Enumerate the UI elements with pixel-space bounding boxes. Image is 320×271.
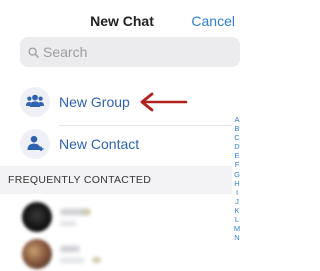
search-bar[interactable] [20, 37, 240, 67]
pointer-arrow-icon [140, 92, 188, 112]
new-group-button[interactable]: New Group [0, 84, 232, 122]
new-contact-button[interactable]: New Contact [0, 126, 232, 164]
cancel-button[interactable]: Cancel [191, 13, 235, 29]
search-icon [28, 46, 39, 58]
section-title: FREQUENTLY CONTACTED [8, 174, 152, 186]
contact-row[interactable] [0, 199, 232, 235]
section-header: FREQUENTLY CONTACTED [0, 166, 232, 194]
alphabet-letter[interactable]: G [234, 170, 240, 179]
alphabet-letter[interactable]: L [235, 215, 239, 224]
contact-detail-blurred [60, 221, 76, 226]
avatar [22, 239, 52, 269]
alphabet-letter[interactable]: F [235, 160, 240, 169]
alphabet-letter[interactable]: H [234, 179, 239, 188]
avatar [22, 202, 52, 232]
search-input[interactable] [43, 44, 223, 60]
contact-icon [27, 135, 44, 151]
contact-chip-blurred [92, 257, 101, 263]
contact-name-blurred [60, 246, 80, 252]
group-icon-container [20, 87, 50, 117]
alphabet-index[interactable]: A B C D E F G H I J K L M N [231, 115, 243, 242]
alphabet-letter[interactable]: J [235, 197, 239, 206]
alphabet-letter[interactable]: A [234, 115, 239, 124]
contact-row[interactable] [0, 236, 232, 271]
alphabet-letter[interactable]: B [234, 124, 239, 133]
alphabet-letter[interactable]: I [236, 188, 238, 197]
contact-chip-blurred [82, 209, 91, 215]
alphabet-letter[interactable]: D [234, 142, 239, 151]
contact-detail-blurred [60, 258, 84, 263]
alphabet-letter[interactable]: N [234, 233, 239, 242]
new-contact-label: New Contact [59, 136, 140, 152]
contact-icon-container [20, 129, 50, 159]
new-chat-screen: New Chat Cancel New Group [0, 0, 244, 271]
alphabet-letter[interactable]: E [234, 151, 239, 160]
new-group-label: New Group [59, 94, 130, 110]
alphabet-letter[interactable]: M [234, 224, 240, 233]
group-icon [26, 94, 44, 107]
alphabet-letter[interactable]: C [234, 133, 239, 142]
alphabet-letter[interactable]: K [234, 206, 239, 215]
